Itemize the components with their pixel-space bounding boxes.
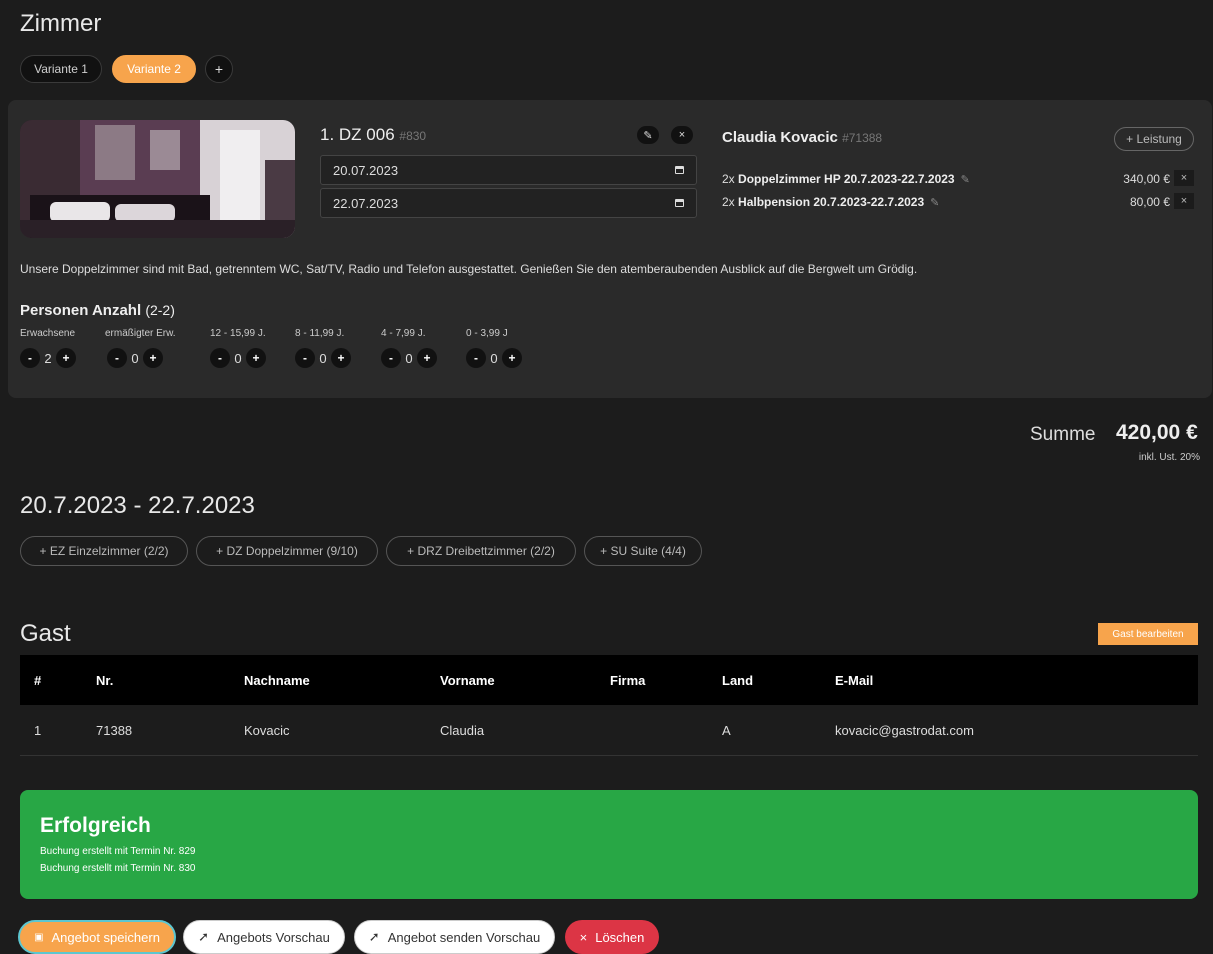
room-image: [20, 120, 295, 238]
date-from-field[interactable]: 20.07.2023: [320, 155, 697, 185]
date-to-field[interactable]: 22.07.2023: [320, 188, 697, 218]
increment-button[interactable]: +: [143, 348, 163, 368]
table-header-row: # Nr. Nachname Vorname Firma Land E-Mail: [20, 655, 1198, 705]
person-group-label: 8 - 11,99 J.: [295, 328, 345, 339]
add-service-button[interactable]: + Leistung: [1114, 127, 1194, 151]
column-header: Nr.: [82, 655, 230, 705]
date-range-title: 20.7.2023 - 22.7.2023: [20, 492, 255, 519]
stepper-value: 0: [490, 350, 498, 366]
room-description: Unsere Doppelzimmer sind mit Bad, getren…: [20, 262, 918, 276]
remove-service-button[interactable]: ×: [1174, 193, 1194, 209]
section-title: Zimmer: [20, 10, 102, 37]
column-header: Nachname: [230, 655, 426, 705]
send-preview-button[interactable]: ➚ Angebot senden Vorschau: [354, 920, 555, 954]
person-stepper: - 0 +: [381, 347, 437, 369]
date-from-value: 20.07.2023: [333, 162, 399, 178]
service-price: 80,00 €: [1129, 195, 1170, 209]
add-room-category-button[interactable]: + EZ Einzelzimmer (2/2): [20, 536, 188, 566]
persons-range: (2-2): [145, 302, 175, 318]
total-label: Summe: [1030, 424, 1096, 445]
person-stepper: - 2 +: [20, 347, 76, 369]
cell-lastname: Kovacic: [230, 705, 426, 756]
room-ref: #830: [399, 129, 427, 143]
guest-table: # Nr. Nachname Vorname Firma Land E-Mail…: [20, 655, 1198, 756]
close-icon[interactable]: ×: [671, 126, 693, 144]
guest-ref: #71388: [842, 131, 883, 145]
cell-company: [596, 705, 708, 756]
stepper-value: 0: [319, 350, 327, 366]
total-value: 420,00 €: [1116, 421, 1198, 444]
stepper-value: 0: [405, 350, 413, 366]
add-room-category-button[interactable]: + DRZ Dreibettzimmer (2/2): [386, 536, 576, 566]
room-name: 1. DZ 006 #830: [320, 125, 427, 144]
edit-icon[interactable]: ✎: [961, 174, 970, 186]
cell-firstname: Claudia: [426, 705, 596, 756]
decrement-button[interactable]: -: [107, 348, 127, 368]
table-row[interactable]: 1 71388 Kovacic Claudia A kovacic@gastro…: [20, 705, 1198, 756]
column-header: Land: [708, 655, 821, 705]
person-group-label: ermäßigter Erw.: [105, 328, 176, 339]
person-stepper: - 0 +: [107, 347, 163, 369]
persons-title: Personen Anzahl (2-2): [20, 302, 175, 319]
edit-guest-button[interactable]: Gast bearbeiten: [1098, 623, 1198, 645]
column-header: Vorname: [426, 655, 596, 705]
person-group-label: 4 - 7,99 J.: [381, 328, 426, 339]
calendar-icon[interactable]: [675, 166, 684, 174]
decrement-button[interactable]: -: [295, 348, 315, 368]
service-item: 2x Doppelzimmer HP 20.7.2023-22.7.2023 ✎: [722, 172, 970, 186]
person-group-label: 0 - 3,99 J: [466, 328, 508, 339]
decrement-button[interactable]: -: [20, 348, 40, 368]
person-group-label: Erwachsene: [20, 328, 76, 339]
service-price: 340,00 €: [1123, 172, 1170, 186]
success-message: Buchung erstellt mit Termin Nr. 830: [40, 863, 196, 874]
preview-offer-button[interactable]: ➚ Angebots Vorschau: [183, 920, 345, 954]
column-header: Firma: [596, 655, 708, 705]
decrement-button[interactable]: -: [466, 348, 486, 368]
edit-icon[interactable]: ✎: [637, 126, 659, 144]
cell-index: 1: [20, 705, 82, 756]
add-variant-button[interactable]: +: [205, 55, 233, 83]
cell-email-link[interactable]: kovacic@gastrodat.com: [821, 705, 1198, 756]
guest-section-title: Gast: [20, 620, 71, 647]
increment-button[interactable]: +: [331, 348, 351, 368]
remove-service-button[interactable]: ×: [1174, 170, 1194, 186]
decrement-button[interactable]: -: [210, 348, 230, 368]
cell-country: A: [708, 705, 821, 756]
edit-icon[interactable]: ✎: [930, 197, 939, 209]
stepper-value: 0: [131, 350, 139, 366]
person-stepper: - 0 +: [466, 347, 522, 369]
variant-tab-2[interactable]: Variante 2: [112, 55, 196, 83]
save-icon: ▣: [34, 931, 44, 943]
service-item: 2x Halbpension 20.7.2023-22.7.2023 ✎: [722, 195, 940, 209]
guest-name: Claudia Kovacic #71388: [722, 129, 883, 146]
send-icon: ➚: [198, 929, 210, 944]
add-room-category-button[interactable]: + SU Suite (4/4): [584, 536, 702, 566]
success-title: Erfolgreich: [40, 814, 151, 837]
tax-note: inkl. Ust. 20%: [1138, 452, 1200, 463]
delete-button[interactable]: × Löschen: [565, 920, 659, 954]
increment-button[interactable]: +: [502, 348, 522, 368]
increment-button[interactable]: +: [56, 348, 76, 368]
person-group-label: 12 - 15,99 J.: [210, 328, 266, 339]
close-icon: ×: [579, 929, 588, 945]
increment-button[interactable]: +: [417, 348, 437, 368]
cell-number: 71388: [82, 705, 230, 756]
person-stepper: - 0 +: [210, 347, 266, 369]
add-room-category-button[interactable]: + DZ Doppelzimmer (9/10): [196, 536, 378, 566]
stepper-value: 2: [44, 350, 52, 366]
increment-button[interactable]: +: [246, 348, 266, 368]
send-icon: ➚: [368, 929, 380, 944]
column-header: #: [20, 655, 82, 705]
variant-tab-1[interactable]: Variante 1: [20, 55, 102, 83]
column-header: E-Mail: [821, 655, 1198, 705]
stepper-value: 0: [234, 350, 242, 366]
success-message: Buchung erstellt mit Termin Nr. 829: [40, 846, 196, 857]
save-offer-button[interactable]: ▣ Angebot speichern: [18, 920, 176, 954]
calendar-icon[interactable]: [675, 199, 684, 207]
person-stepper: - 0 +: [295, 347, 351, 369]
decrement-button[interactable]: -: [381, 348, 401, 368]
success-alert: Erfolgreich Buchung erstellt mit Termin …: [20, 790, 1198, 899]
date-to-value: 22.07.2023: [333, 195, 399, 211]
